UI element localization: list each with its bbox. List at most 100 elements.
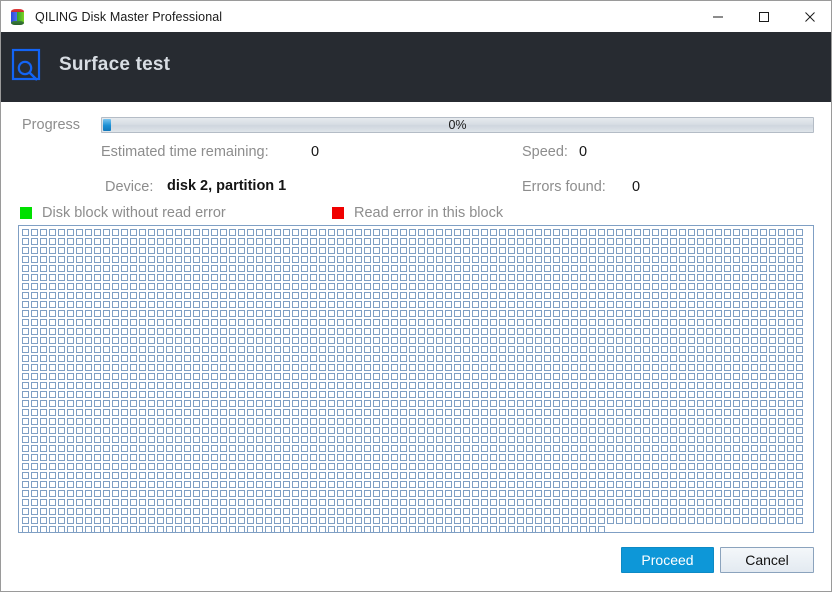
block-cell [697, 355, 704, 362]
block-cell [112, 499, 119, 506]
block-cell [85, 391, 92, 398]
maximize-button[interactable] [741, 1, 787, 32]
block-cell [310, 490, 317, 497]
block-cell [355, 436, 362, 443]
block-cell [346, 463, 353, 470]
block-cell [58, 355, 65, 362]
block-cell [184, 517, 191, 524]
block-cell [796, 319, 803, 326]
block-cell [715, 229, 722, 236]
block-cell [571, 229, 578, 236]
block-cell [472, 526, 479, 532]
proceed-button[interactable]: Proceed [621, 547, 714, 573]
block-cell [742, 256, 749, 263]
block-cell [652, 391, 659, 398]
block-cell [454, 265, 461, 272]
block-cell [319, 508, 326, 515]
block-cell [382, 517, 389, 524]
block-cell [544, 292, 551, 299]
block-cell [247, 319, 254, 326]
block-cell [760, 283, 767, 290]
block-cell [715, 355, 722, 362]
block-cell [598, 373, 605, 380]
block-cell [274, 382, 281, 389]
block-cell [22, 310, 29, 317]
block-cell [778, 283, 785, 290]
block-cell [238, 355, 245, 362]
block-cell [85, 229, 92, 236]
block-cell [373, 229, 380, 236]
block-cell [130, 310, 137, 317]
block-cell [733, 427, 740, 434]
block-cell [580, 301, 587, 308]
block-cell [598, 364, 605, 371]
block-cell [409, 526, 416, 532]
block-cell [310, 229, 317, 236]
block-cell [598, 292, 605, 299]
block-cell [544, 328, 551, 335]
block-cell [616, 508, 623, 515]
block-cell [22, 319, 29, 326]
block-cell [733, 490, 740, 497]
block-cell [607, 418, 614, 425]
block-cell [121, 238, 128, 245]
cancel-button[interactable]: Cancel [720, 547, 814, 573]
block-cell [40, 373, 47, 380]
block-cell [733, 328, 740, 335]
block-cell [427, 454, 434, 461]
block-cell [229, 256, 236, 263]
block-cell [742, 490, 749, 497]
block-cell [643, 445, 650, 452]
block-cell [760, 436, 767, 443]
block-cell [769, 256, 776, 263]
block-cell [625, 319, 632, 326]
block-cell [364, 301, 371, 308]
block-cell [166, 481, 173, 488]
block-cell [616, 346, 623, 353]
block-cell [760, 265, 767, 272]
block-cell [760, 274, 767, 281]
block-cell [22, 436, 29, 443]
block-cell [499, 391, 506, 398]
block-cell [274, 346, 281, 353]
block-cell [445, 445, 452, 452]
block-cell [319, 346, 326, 353]
block-cell [121, 382, 128, 389]
block-cell [265, 355, 272, 362]
block-cell [526, 346, 533, 353]
block-cell [355, 427, 362, 434]
block-cell [634, 508, 641, 515]
block-cell [229, 301, 236, 308]
block-cell [472, 301, 479, 308]
block-cell [661, 481, 668, 488]
block-cell [715, 265, 722, 272]
block-cell [40, 265, 47, 272]
block-cell [319, 310, 326, 317]
block-cell [391, 517, 398, 524]
block-cell [166, 418, 173, 425]
block-cell [130, 256, 137, 263]
block-cell [427, 373, 434, 380]
block-cell [508, 355, 515, 362]
block-cell [616, 391, 623, 398]
block-cell [580, 499, 587, 506]
block-cell [616, 517, 623, 524]
block-cell [445, 274, 452, 281]
block-cell [49, 454, 56, 461]
block-cell [103, 274, 110, 281]
block-cell [580, 328, 587, 335]
minimize-button[interactable] [695, 1, 741, 32]
block-cell [382, 355, 389, 362]
close-button[interactable] [787, 1, 831, 32]
block-cell [778, 373, 785, 380]
block-cell [274, 508, 281, 515]
block-cell [706, 319, 713, 326]
block-cell [301, 454, 308, 461]
block-cell [103, 472, 110, 479]
block-cell [796, 382, 803, 389]
block-cell [733, 265, 740, 272]
block-cell [688, 328, 695, 335]
block-cell [40, 310, 47, 317]
block-cell [346, 274, 353, 281]
block-map-panel[interactable] [18, 225, 814, 533]
